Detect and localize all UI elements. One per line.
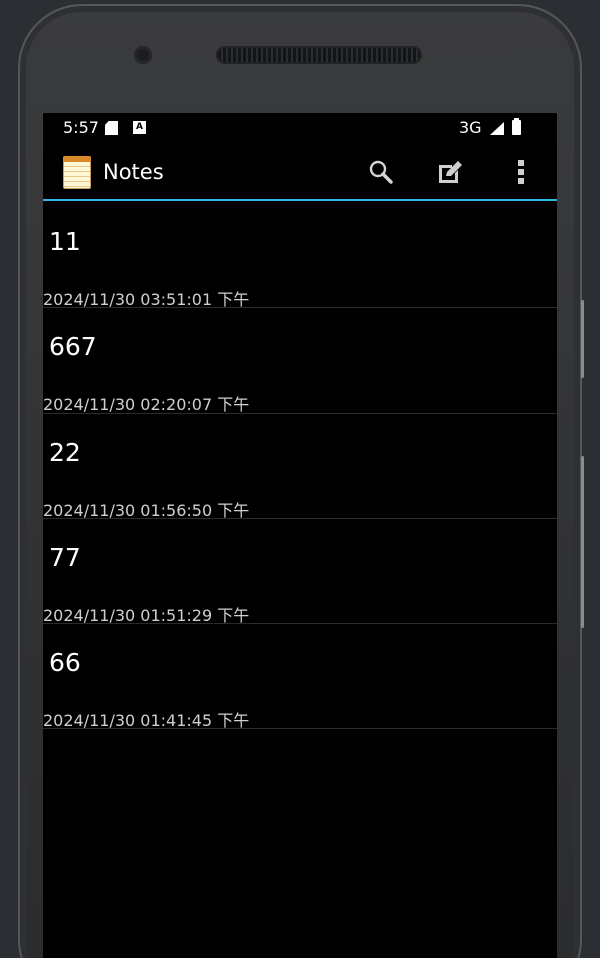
note-title: 11: [49, 227, 81, 256]
notepad-icon[interactable]: [63, 156, 91, 189]
network-type: 3G: [459, 118, 482, 137]
status-time: 5:57: [63, 118, 99, 137]
battery-icon: [512, 118, 521, 135]
note-list-item[interactable]: 11 2024/11/30 03:51:01 下午: [43, 203, 557, 309]
side-button-upper: [581, 300, 584, 378]
a-notification-icon: A: [133, 121, 146, 134]
note-list-item[interactable]: 22 2024/11/30 01:56:50 下午: [43, 414, 557, 520]
device-screen: 5:57 A 3G Notes 11 2024/11/30 03:51:01 下…: [43, 113, 557, 958]
note-title: 66: [49, 648, 81, 678]
notes-list: 11 2024/11/30 03:51:01 下午 667 2024/11/30…: [43, 203, 557, 731]
note-date: 2024/11/30 01:56:50 下午: [43, 500, 250, 520]
search-icon: [369, 160, 393, 184]
note-list-item[interactable]: 667 2024/11/30 02:20:07 下午: [43, 308, 557, 415]
earpiece-speaker: [216, 46, 422, 64]
note-list-item[interactable]: 77 2024/11/30 01:51:29 下午: [43, 519, 557, 625]
note-date: 2024/11/30 02:20:07 下午: [43, 395, 250, 415]
app-title: Notes: [103, 160, 164, 184]
note-title: 667: [49, 332, 97, 362]
signal-icon: [490, 122, 504, 135]
note-date: 2024/11/30 03:51:01 下午: [43, 290, 250, 309]
overflow-menu-icon: [518, 160, 524, 184]
overflow-menu-button[interactable]: [503, 155, 539, 189]
status-bar: 5:57 A 3G: [43, 113, 557, 143]
new-note-button[interactable]: [432, 155, 468, 189]
note-title: 77: [49, 542, 81, 572]
front-camera: [134, 46, 152, 64]
edit-note-icon: [439, 161, 462, 183]
side-button-lower: [581, 456, 584, 628]
note-title: 22: [49, 437, 81, 467]
note-date: 2024/11/30 01:51:29 下午: [43, 605, 250, 625]
action-bar: Notes: [43, 143, 557, 201]
note-date: 2024/11/30 01:41:45 下午: [43, 711, 250, 731]
search-button[interactable]: [363, 155, 399, 189]
note-list-item[interactable]: 66 2024/11/30 01:41:45 下午: [43, 624, 557, 731]
sd-card-icon: [105, 121, 118, 135]
